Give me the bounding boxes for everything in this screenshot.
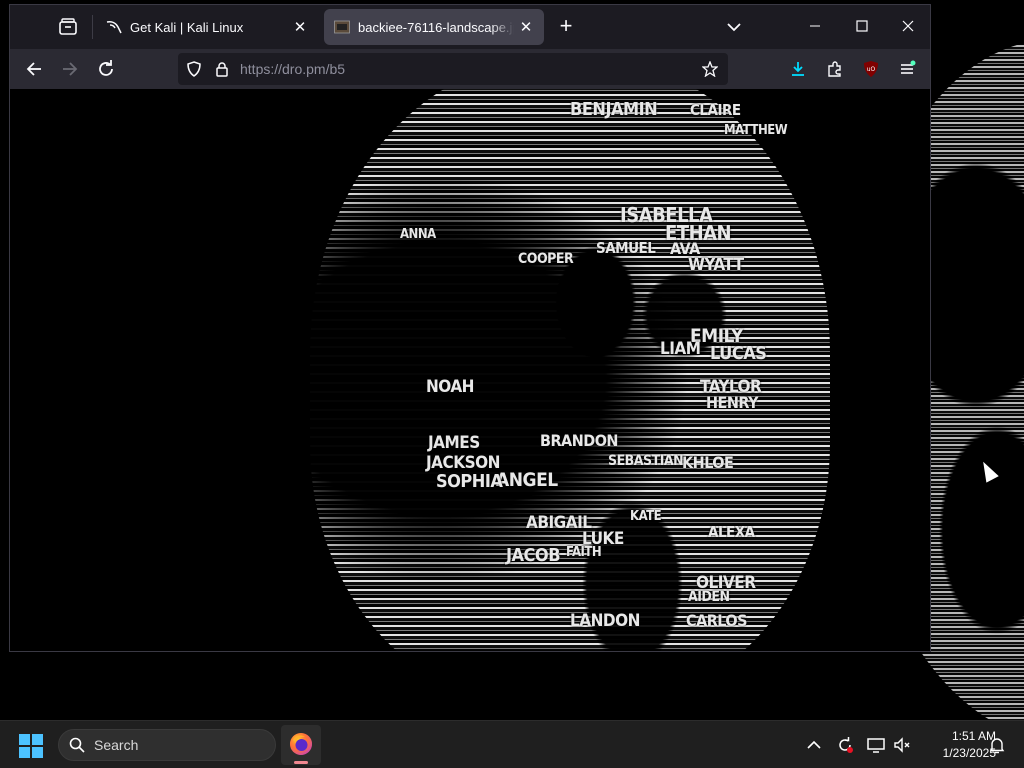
- lock-icon[interactable]: [214, 61, 230, 77]
- clock-time: 1:51 AM: [951, 729, 996, 743]
- tab-image[interactable]: backiee-76116-landscape.jpg (J ✕: [324, 9, 544, 45]
- minimize-icon: [810, 25, 820, 27]
- star-bookmark-icon[interactable]: [702, 61, 718, 77]
- arrow-right-icon: [63, 62, 78, 76]
- extensions-button[interactable]: [823, 57, 847, 81]
- list-all-tabs-icon[interactable]: [724, 15, 744, 39]
- tab-strip: Get Kali | Kali Linux ✕ backiee-76116-la…: [10, 5, 930, 49]
- address-bar[interactable]: https://dro.pm/b5: [178, 53, 728, 85]
- hamburger-menu-icon: [901, 60, 916, 74]
- tab-title: backiee-76116-landscape.jpg (J: [358, 19, 514, 35]
- kali-dragon-icon: [106, 21, 122, 34]
- tab-title: Get Kali | Kali Linux: [130, 19, 244, 35]
- arrow-left-icon: [26, 62, 41, 76]
- navigation-toolbar: https://dro.pm/b5 uO: [10, 49, 930, 89]
- search-label: Search: [94, 737, 139, 753]
- network-monitor-icon[interactable]: [866, 735, 886, 755]
- firefox-icon: [290, 733, 312, 755]
- shield-icon[interactable]: [186, 61, 202, 77]
- chevron-up-icon[interactable]: [804, 735, 824, 755]
- svg-text:uO: uO: [867, 66, 876, 73]
- close-icon: [902, 20, 914, 32]
- notification-bell-icon[interactable]: [987, 735, 1007, 755]
- browser-window: Get Kali | Kali Linux ✕ backiee-76116-la…: [9, 4, 931, 652]
- app-menu-button[interactable]: [895, 57, 919, 81]
- tab-get-kali[interactable]: Get Kali | Kali Linux ✕: [96, 9, 318, 45]
- running-indicator: [294, 761, 308, 764]
- windows-start-icon[interactable]: [18, 733, 44, 759]
- puzzle-piece-icon: [828, 61, 841, 77]
- system-clock[interactable]: 1:51 AM 1/23/2025: [920, 728, 996, 762]
- forward-button[interactable]: [58, 57, 82, 81]
- close-tab-icon[interactable]: ✕: [518, 18, 534, 36]
- windows-taskbar: Search 1:51 AM 1/23/2025: [0, 720, 1024, 768]
- ublock-origin-button[interactable]: uO: [859, 57, 883, 81]
- url-text[interactable]: https://dro.pm/b5: [240, 61, 345, 77]
- taskbar-firefox[interactable]: [281, 725, 321, 765]
- downloads-button[interactable]: [786, 57, 810, 81]
- reload-icon: [99, 60, 113, 76]
- reload-button[interactable]: [94, 57, 118, 81]
- taskbar-search[interactable]: Search: [58, 729, 276, 761]
- maximize-icon: [856, 20, 868, 32]
- back-button[interactable]: [22, 57, 46, 81]
- tab-separator: [92, 15, 93, 39]
- maximize-button[interactable]: [847, 13, 877, 41]
- close-window-button[interactable]: [893, 13, 923, 41]
- ublock-shield-icon: uO: [864, 61, 878, 77]
- speaker-muted-icon[interactable]: [892, 735, 912, 755]
- minimize-button[interactable]: [800, 13, 830, 41]
- search-icon: [69, 737, 85, 753]
- wallpaper-image: [310, 89, 830, 651]
- new-tab-button[interactable]: +: [554, 15, 578, 39]
- download-icon: [792, 62, 804, 76]
- image-thumbnail-icon: [334, 20, 350, 34]
- close-tab-icon[interactable]: ✕: [292, 18, 308, 36]
- firefox-view-icon[interactable]: [58, 17, 78, 37]
- sync-update-icon[interactable]: [835, 735, 855, 755]
- page-content: BENJAMIN CLAIRE ISABELLA ETHAN AVA WYATT…: [10, 89, 930, 651]
- clock-date: 1/23/2025: [942, 746, 996, 760]
